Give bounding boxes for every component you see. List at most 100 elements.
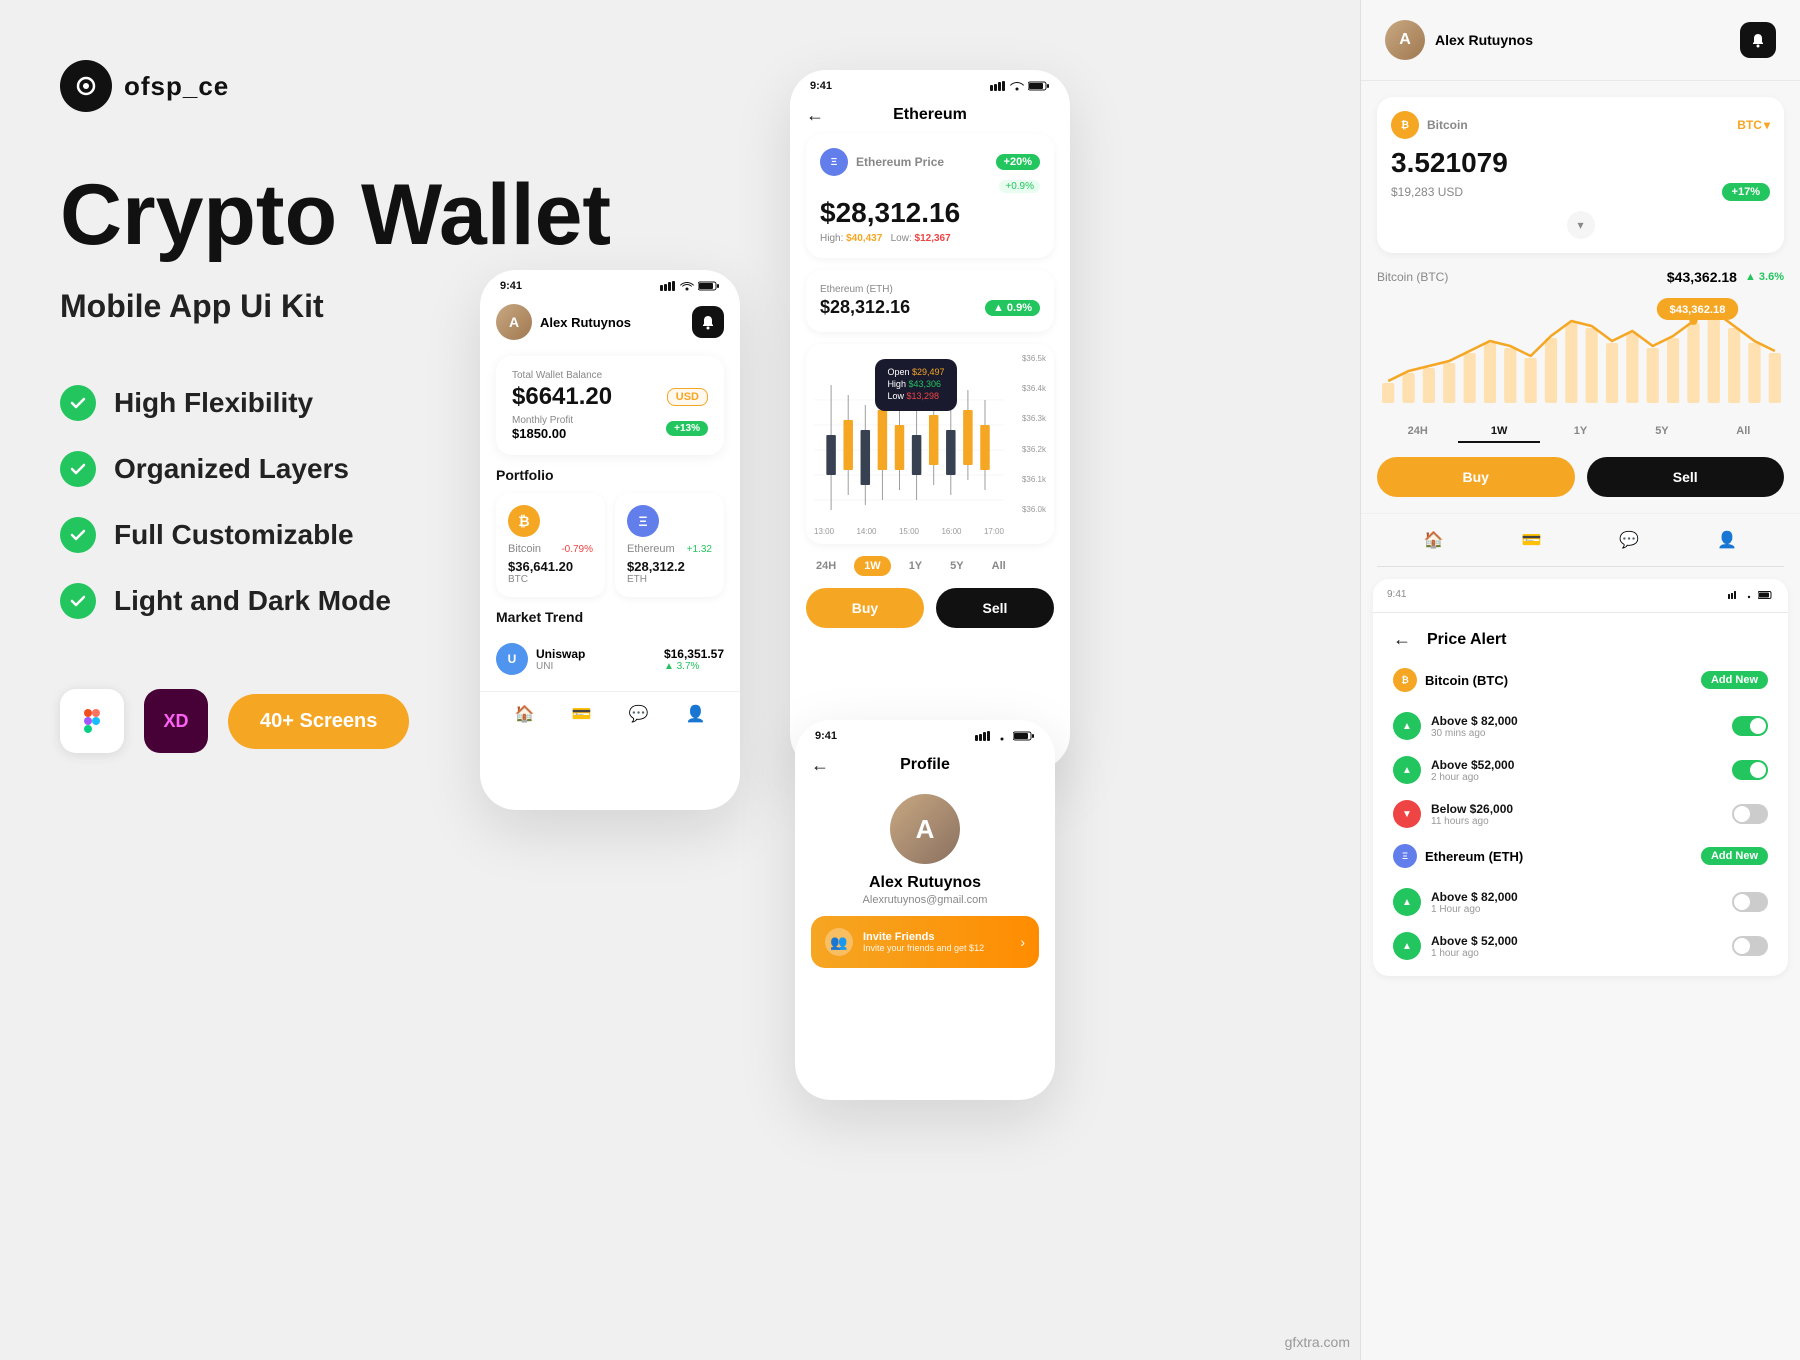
eth-alert-row: Ξ Ethereum (ETH) Add New (1373, 836, 1788, 876)
svg-text:$43,362.18: $43,362.18 (1670, 304, 1726, 316)
sell-button[interactable]: Sell (936, 588, 1054, 628)
eth-price-card: Ξ Ethereum Price +20% +0.9% $28,312.16 H… (806, 134, 1054, 258)
btc-alert-row: ₿ Bitcoin (BTC) Add New (1373, 660, 1788, 700)
rp-action-buttons: Buy Sell (1361, 457, 1800, 497)
btc-alert-icon: ₿ (1393, 668, 1417, 692)
add-new-btc[interactable]: Add New (1701, 671, 1768, 689)
time-tabs: 24H 1W 1Y 5Y All (1361, 421, 1800, 443)
eth-eth-row: $28,312.16 ▲ 0.9% (820, 297, 1040, 318)
main-title: Crypto Wallet (60, 172, 710, 258)
bell-icon (692, 306, 724, 338)
add-new-eth[interactable]: Add New (1701, 847, 1768, 865)
up-arrow-icon: ▲ (1393, 932, 1421, 960)
btc-card: ₿ Bitcoin -0.79% $36,641.20 BTC (496, 493, 605, 597)
check-icon (60, 583, 96, 619)
alert-item-3: ▼ Below $26,000 11 hours ago (1373, 792, 1788, 836)
up-arrow-icon: ▲ (1393, 888, 1421, 916)
alert-toggle-2[interactable] (1732, 760, 1768, 780)
time-filter: 24H 1W 1Y 5Y All (790, 556, 1070, 576)
right-panel: A Alex Rutuynos ₿ Bitcoin BTC ▾ 3.521079… (1360, 0, 1800, 1360)
invite-banner[interactable]: 👥 Invite Friends Invite your friends and… (811, 916, 1039, 968)
user-name: Alex Rutuynos (540, 315, 631, 330)
pa-status-bar: 9:41 (1373, 579, 1788, 604)
rp-nav-profile[interactable]: 👤 (1715, 528, 1739, 552)
rp-nav-wallet[interactable]: 💳 (1520, 528, 1544, 552)
y-axis: $36.5k $36.4k $36.3k $36.2k $36.1k $36.0… (1022, 354, 1046, 514)
tab-24h[interactable]: 24H (1377, 421, 1458, 443)
filter-1y[interactable]: 1Y (899, 556, 932, 576)
eth-icon-label: Ξ Ethereum Price (820, 148, 944, 176)
phone1-header: A Alex Rutuynos (480, 296, 740, 348)
check-icon (60, 385, 96, 421)
alert-toggle-1[interactable] (1732, 716, 1768, 736)
status-bar: 9:41 (790, 70, 1070, 96)
rp-btc-price-row: Bitcoin (BTC) $43,362.18 ▲ 3.6% (1361, 269, 1800, 285)
x-axis: 13:00 14:00 15:00 16:00 17:00 (814, 527, 1004, 536)
eth-circle-icon: Ξ (820, 148, 848, 176)
wallet-currency-row: $6641.20 USD (512, 383, 708, 411)
rp-buy-button[interactable]: Buy (1377, 457, 1575, 497)
status-bar: 9:41 (795, 720, 1055, 746)
rp-nav-home[interactable]: 🏠 (1422, 528, 1446, 552)
rp-btc-icon-label: ₿ Bitcoin (1391, 111, 1468, 139)
phone-nav: 🏠 💳 💬 👤 (480, 691, 740, 736)
nav-home[interactable]: 🏠 (513, 702, 537, 726)
nav-wallet[interactable]: 💳 (570, 702, 594, 726)
back-button[interactable]: ← (811, 755, 829, 776)
nav-chat[interactable]: 💬 (627, 702, 651, 726)
alert-toggle-3[interactable] (1732, 804, 1768, 824)
rp-header: A Alex Rutuynos (1361, 0, 1800, 81)
filter-24h[interactable]: 24H (806, 556, 846, 576)
avatar: A (496, 304, 532, 340)
alert-item-4: ▲ Above $ 82,000 1 Hour ago (1373, 880, 1788, 924)
price-alert-header: ← Price Alert (1373, 612, 1788, 660)
down-arrow-icon: ▼ (1393, 800, 1421, 828)
alert-item-2: ▲ Above $52,000 2 hour ago (1373, 748, 1788, 792)
eth-card: Ξ Ethereum +1.32 $28,312.2 ETH (615, 493, 724, 597)
figma-badge (60, 689, 124, 753)
action-buttons: Buy Sell (790, 588, 1070, 628)
rp-notification-icon[interactable] (1740, 22, 1776, 58)
buy-button[interactable]: Buy (806, 588, 924, 628)
check-icon (60, 517, 96, 553)
rp-user: A Alex Rutuynos (1385, 20, 1533, 60)
check-icon (60, 451, 96, 487)
market-row: U Uniswap UNI $16,351.57 ▲ 3.7% (496, 635, 724, 683)
filter-5y[interactable]: 5Y (940, 556, 973, 576)
status-bar: 9:41 (480, 270, 740, 296)
phone-profile: 9:41 ← Profile A Alex Rutuynos Alexrutuy… (795, 720, 1055, 1100)
status-icons (990, 81, 1050, 91)
tab-1w[interactable]: 1W (1458, 421, 1539, 443)
eth-detail-card: Ethereum (ETH) $28,312.16 ▲ 0.9% (806, 270, 1054, 332)
xd-badge: XD (144, 689, 208, 753)
line-chart: $43,362.18 (1377, 293, 1784, 413)
portfolio-grid: ₿ Bitcoin -0.79% $36,641.20 BTC Ξ Ethere… (496, 493, 724, 597)
logo-icon (60, 60, 112, 112)
logo-area: ofsp_ce (60, 60, 710, 112)
filter-all[interactable]: All (982, 556, 1016, 576)
tab-all[interactable]: All (1703, 421, 1784, 443)
expand-button[interactable]: ▾ (1567, 211, 1595, 239)
btc-icon: ₿ (508, 505, 540, 537)
back-button[interactable]: ← (806, 105, 824, 126)
tab-1y[interactable]: 1Y (1540, 421, 1621, 443)
up-arrow-icon: ▲ (1393, 712, 1421, 740)
feature-label: Organized Layers (114, 453, 349, 485)
eth-highs: High: $40,437 Low: $12,367 (820, 233, 1040, 244)
phone-wallet: 9:41 A Alex Rutuynos Total Wallet Balanc… (480, 270, 740, 810)
rp-avatar: A (1385, 20, 1425, 60)
watermark: gfxtra.com (1285, 1334, 1350, 1350)
eth-alert-icon: Ξ (1393, 844, 1417, 868)
alert-toggle-4[interactable] (1732, 892, 1768, 912)
rp-sell-button[interactable]: Sell (1587, 457, 1785, 497)
filter-1w[interactable]: 1W (854, 556, 891, 576)
uni-icon: U (496, 643, 528, 675)
alert-item-5: ▲ Above $ 52,000 1 hour ago (1373, 924, 1788, 968)
candle-tooltip: Open $29,497 High $43,306 Low $13,298 (875, 359, 956, 411)
currency-selector[interactable]: BTC ▾ (1737, 118, 1770, 132)
rp-nav-chat[interactable]: 💬 (1617, 528, 1641, 552)
alert-toggle-5[interactable] (1732, 936, 1768, 956)
nav-profile[interactable]: 👤 (684, 702, 708, 726)
pa-back-button[interactable]: ← (1393, 629, 1411, 650)
tab-5y[interactable]: 5Y (1621, 421, 1702, 443)
